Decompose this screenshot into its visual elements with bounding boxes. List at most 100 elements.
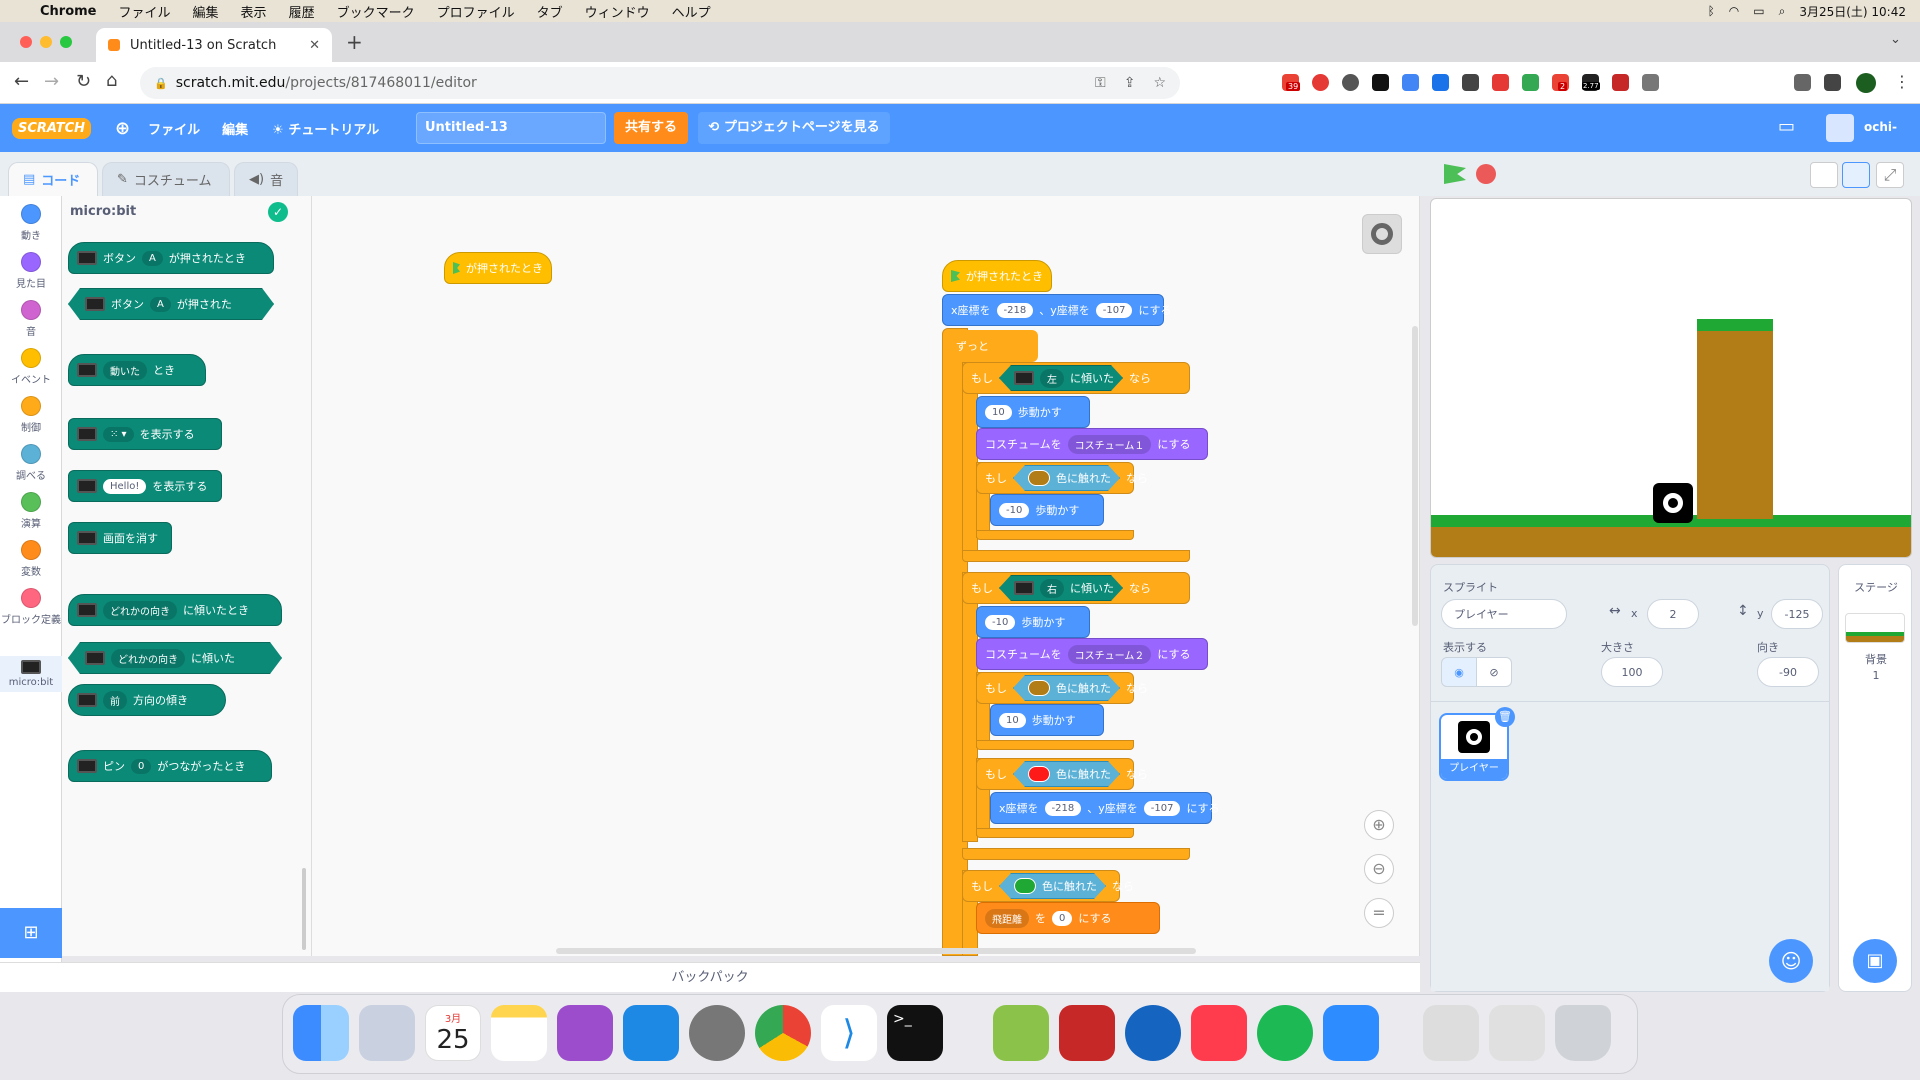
touching-color-condition[interactable]: 色に触れた	[1013, 675, 1120, 701]
vscode-icon[interactable]: ⟩	[821, 1005, 877, 1061]
category-looks[interactable]: 見た目	[0, 252, 62, 290]
extension-icon-6[interactable]	[1432, 74, 1449, 91]
if-touching-red-header[interactable]: もし 色に触れた なら	[976, 758, 1148, 790]
tilted-condition[interactable]: 右に傾いた	[999, 575, 1123, 601]
color-swatch-green[interactable]	[1014, 878, 1036, 894]
add-extension-button[interactable]: ⊞	[0, 908, 62, 958]
block-dropdown[interactable]: どれかの向き	[111, 649, 185, 668]
block-dropdown[interactable]: コスチューム１	[1067, 434, 1152, 454]
player-sprite[interactable]	[1653, 483, 1693, 523]
block-clear-display[interactable]: 画面を消す	[68, 522, 172, 554]
zoom-icon[interactable]	[1323, 1005, 1379, 1061]
add-backdrop-button[interactable]: ▣	[1853, 939, 1897, 983]
adblock-extension-icon[interactable]	[1312, 74, 1329, 91]
block-dropdown[interactable]: A	[150, 297, 171, 312]
extension-icon-10[interactable]: 2	[1552, 74, 1569, 91]
stage-thumbnail[interactable]	[1845, 613, 1905, 643]
block-when-button-pressed[interactable]: ボタン A が押されたとき	[68, 242, 274, 274]
menubar-item-tab[interactable]: タブ	[537, 2, 563, 21]
zoom-reset-button[interactable]: =	[1364, 898, 1394, 928]
y-input[interactable]: -107	[1095, 302, 1133, 318]
sidepanel-icon[interactable]	[1824, 74, 1841, 91]
menubar-item-profile[interactable]: プロファイル	[437, 2, 515, 21]
calendar-icon[interactable]: 3月 25	[425, 1005, 481, 1061]
forward-icon[interactable]: →	[44, 71, 59, 92]
script-area[interactable]: が押されたとき が押されたとき x座標を -218 、y座標を -107 にする ずっと…	[312, 196, 1420, 956]
category-motion[interactable]: 動き	[0, 204, 62, 242]
vertical-scrollbar[interactable]	[1412, 326, 1418, 626]
led-matrix-icon[interactable]: ⁙ ▾	[103, 426, 134, 442]
sprite-y-input[interactable]: -125	[1771, 599, 1823, 629]
category-control[interactable]: 制御	[0, 396, 62, 434]
tab-code[interactable]: ▤ コード	[8, 162, 98, 196]
move-steps-block[interactable]: -10 歩動かす	[990, 494, 1104, 526]
fullscreen-button[interactable]: ⤢	[1876, 162, 1904, 188]
maximize-window-button[interactable]	[60, 36, 72, 48]
extension-icon-4[interactable]	[1372, 74, 1389, 91]
bluetooth-icon[interactable]: ᛒ	[1708, 4, 1715, 18]
music-icon[interactable]	[1191, 1005, 1247, 1061]
zoom-out-button[interactable]: ⊖	[1364, 854, 1394, 884]
if-touching-green-header[interactable]: もし 色に触れた なら	[962, 870, 1134, 902]
sprite-direction-input[interactable]: -90	[1757, 657, 1819, 687]
finder-icon[interactable]	[293, 1005, 349, 1061]
x-input[interactable]: -218	[1044, 800, 1082, 816]
gmail-extension-icon[interactable]: 39	[1282, 74, 1301, 91]
steps-input[interactable]: 10	[985, 404, 1012, 420]
url-bar[interactable]: 🔒 scratch.mit.edu /projects/817468011/ed…	[140, 67, 1180, 99]
key-icon[interactable]: ⚿	[1095, 75, 1106, 91]
share-button[interactable]: 共有する	[614, 112, 688, 144]
extension-icon-13[interactable]	[1642, 74, 1659, 91]
block-button-pressed[interactable]: ボタン A が押された	[68, 288, 274, 320]
block-when-pin-connected[interactable]: ピン 0 がつながったとき	[68, 750, 272, 782]
stop-button[interactable]	[1476, 164, 1496, 184]
notes-icon[interactable]	[491, 1005, 547, 1061]
trash-icon[interactable]	[1555, 1005, 1611, 1061]
search-icon[interactable]: ⌕	[1779, 4, 1786, 19]
tab-list-icon[interactable]: ⌄	[1890, 32, 1901, 47]
block-tilt-angle[interactable]: 前方向の傾き	[68, 684, 226, 716]
menubar-item-history[interactable]: 履歴	[289, 2, 315, 21]
loose-when-flag-clicked[interactable]: が押されたとき	[444, 252, 552, 284]
my-stuff-folder-icon[interactable]: ▭	[1778, 116, 1795, 137]
category-variables[interactable]: 変数	[0, 540, 62, 578]
tilted-condition[interactable]: 左に傾いた	[999, 365, 1123, 391]
set-variable-block[interactable]: 飛距離を 0 にする	[976, 902, 1160, 934]
value-input[interactable]: 0	[1052, 910, 1073, 926]
reload-icon[interactable]: ↻	[76, 71, 91, 92]
block-dropdown[interactable]: どれかの向き	[103, 600, 177, 620]
scratch-logo[interactable]: SCRATCH	[12, 117, 92, 139]
bookmark-star-icon[interactable]: ☆	[1153, 75, 1166, 91]
menubar-item-view[interactable]: 表示	[241, 2, 267, 21]
move-steps-block[interactable]: -10 歩動かす	[976, 606, 1090, 638]
zoom-in-button[interactable]: ⊕	[1364, 810, 1394, 840]
touching-color-condition[interactable]: 色に触れた	[999, 873, 1106, 899]
file-menu[interactable]: ファイル	[148, 119, 200, 138]
microbit-connected-icon[interactable]: ✓	[268, 202, 288, 222]
add-sprite-button[interactable]: ☺	[1769, 939, 1813, 983]
x-input[interactable]: -218	[996, 302, 1034, 318]
terminal-icon[interactable]: >_	[887, 1005, 943, 1061]
steps-input[interactable]: 10	[999, 712, 1026, 728]
script-editor-icon[interactable]	[993, 1005, 1049, 1061]
menubar-datetime[interactable]: 3月25日(土) 10:42	[1799, 3, 1906, 20]
extension-icon-3[interactable]	[1342, 74, 1359, 91]
touching-color-condition[interactable]: 色に触れた	[1013, 465, 1120, 491]
green-flag-button[interactable]	[1444, 164, 1466, 184]
normal-stage-button[interactable]	[1842, 162, 1870, 188]
block-dropdown[interactable]: A	[142, 250, 163, 266]
switch-costume-block[interactable]: コスチュームを コスチューム１ にする	[976, 428, 1208, 460]
globe-icon[interactable]: ⊕	[115, 118, 130, 139]
block-dropdown[interactable]: 右	[1040, 579, 1064, 598]
menubar-item-help[interactable]: ヘルプ	[672, 2, 711, 21]
new-tab-button[interactable]: +	[346, 30, 363, 54]
y-input[interactable]: -107	[1143, 800, 1181, 816]
block-when-tilted[interactable]: どれかの向き に傾いたとき	[68, 594, 282, 626]
category-my-blocks[interactable]: ブロック定義	[0, 588, 62, 626]
go-to-xy-block[interactable]: x座標を -218 、y座標を -107 にする	[942, 294, 1172, 326]
block-display-pattern[interactable]: ⁙ ▾ を表示する	[68, 418, 222, 450]
extension-icon-7[interactable]	[1462, 74, 1479, 91]
battery-icon[interactable]: ▭	[1753, 4, 1764, 18]
chrome-menu-icon[interactable]: ⋮	[1894, 72, 1910, 91]
project-title-input[interactable]: Untitled-13	[416, 112, 606, 144]
